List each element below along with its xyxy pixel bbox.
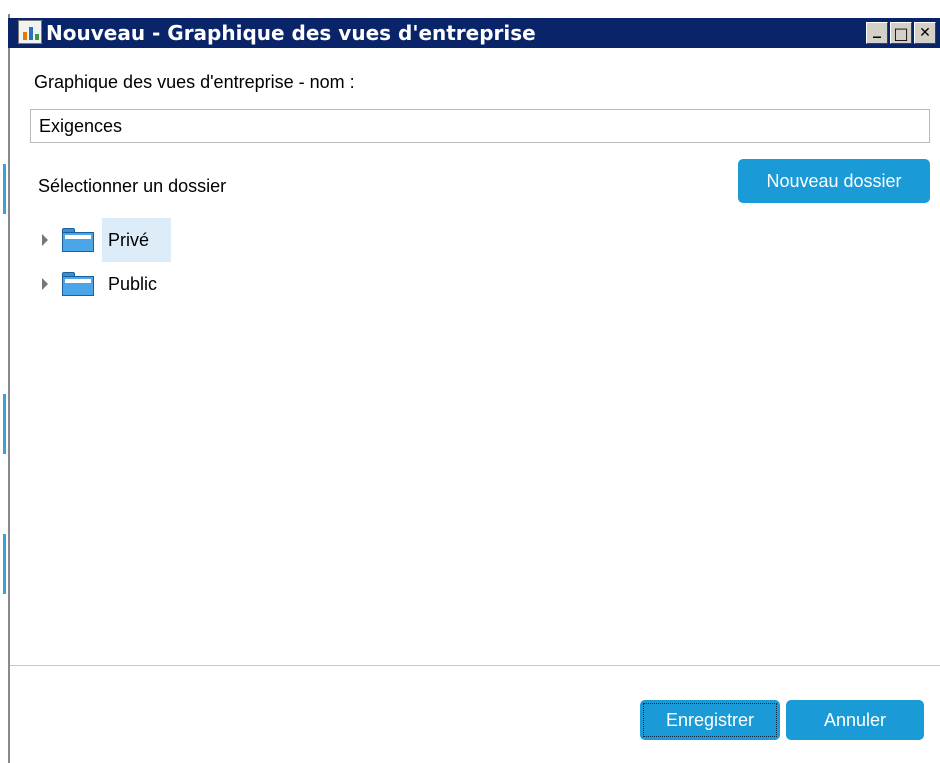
expand-arrow-icon[interactable] [42,278,48,290]
tree-item-prive[interactable]: Privé [30,218,172,262]
minimize-icon: _ [873,19,881,38]
edge-accent [3,394,6,454]
save-button[interactable]: Enregistrer [640,700,780,740]
folder-icon [62,272,94,296]
cancel-button[interactable]: Annuler [786,700,924,740]
expand-arrow-icon[interactable] [42,234,48,246]
new-folder-button[interactable]: Nouveau dossier [738,159,930,203]
tree-item-label: Privé [102,218,172,262]
minimize-button[interactable]: _ [866,19,888,44]
background-window-edge [0,14,8,763]
name-input[interactable] [30,109,930,143]
folder-select-label: Sélectionner un dossier [38,176,227,196]
maximize-icon: □ [893,23,909,43]
folder-icon [62,228,94,252]
tree-item-label: Public [108,274,158,294]
name-label: Graphique des vues d'entreprise - nom : [34,72,355,92]
window-title: Nouveau - Graphique des vues d'entrepris… [46,21,536,45]
close-button[interactable]: ✕ [914,22,936,44]
focus-outline [643,703,777,737]
edge-accent [3,534,6,594]
edge-accent [3,164,6,214]
maximize-button[interactable]: □ [890,22,912,44]
app-icon [18,20,42,44]
tree-item-public[interactable]: Public [30,262,179,306]
footer-divider [10,665,940,666]
close-icon: ✕ [919,25,931,41]
